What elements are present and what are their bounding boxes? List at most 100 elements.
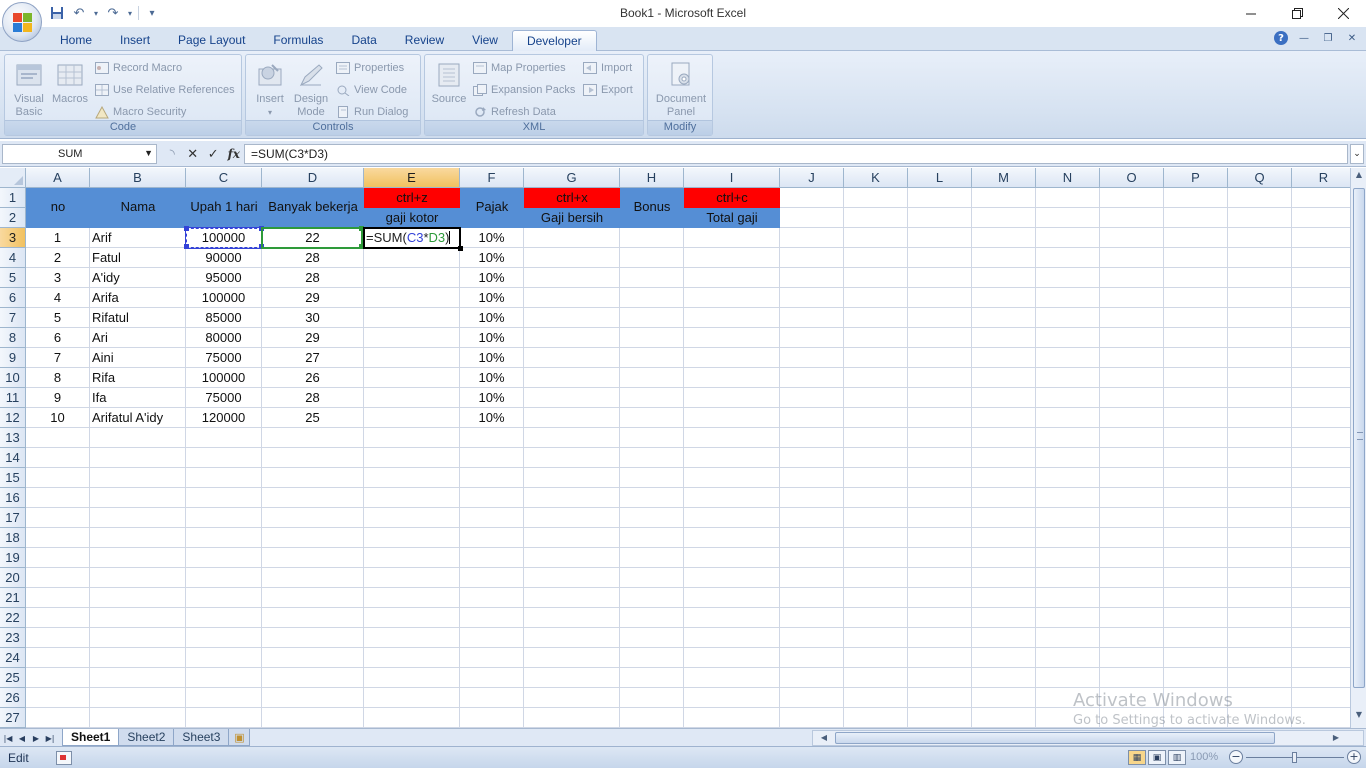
cell-R4[interactable] — [1292, 248, 1350, 268]
workbook-close-icon[interactable]: ✕ — [1344, 30, 1360, 46]
column-header-n[interactable]: N — [1036, 168, 1100, 188]
cell-L19[interactable] — [908, 548, 972, 568]
cell-I9[interactable] — [684, 348, 780, 368]
cell-P12[interactable] — [1164, 408, 1228, 428]
cell-G14[interactable] — [524, 448, 620, 468]
cell-M10[interactable] — [972, 368, 1036, 388]
table-cell-b7[interactable]: Rifatul — [90, 308, 186, 328]
cell-J3[interactable] — [780, 228, 844, 248]
row-header-19[interactable]: 19 — [0, 548, 26, 568]
cell-K2[interactable] — [844, 208, 908, 228]
cell-M6[interactable] — [972, 288, 1036, 308]
column-header-p[interactable]: P — [1164, 168, 1228, 188]
cell-D23[interactable] — [262, 628, 364, 648]
cell-Q14[interactable] — [1228, 448, 1292, 468]
undo-dropdown-icon[interactable]: ▾ — [92, 4, 100, 22]
zoom-in-icon[interactable]: + — [1347, 750, 1361, 764]
cell-O24[interactable] — [1100, 648, 1164, 668]
cell-J7[interactable] — [780, 308, 844, 328]
cell-G21[interactable] — [524, 588, 620, 608]
row-header-18[interactable]: 18 — [0, 528, 26, 548]
cell-L21[interactable] — [908, 588, 972, 608]
table-cell-a12[interactable]: 10 — [26, 408, 90, 428]
cell-J17[interactable] — [780, 508, 844, 528]
cell-I17[interactable] — [684, 508, 780, 528]
table-cell-b5[interactable]: A'idy — [90, 268, 186, 288]
cell-B22[interactable] — [90, 608, 186, 628]
cell-O13[interactable] — [1100, 428, 1164, 448]
cell-J11[interactable] — [780, 388, 844, 408]
row-header-8[interactable]: 8 — [0, 328, 26, 348]
cell-K4[interactable] — [844, 248, 908, 268]
table-cell-f3[interactable]: 10% — [460, 228, 524, 248]
table-cell-d10[interactable]: 26 — [262, 368, 364, 388]
cell-M13[interactable] — [972, 428, 1036, 448]
cell-N4[interactable] — [1036, 248, 1100, 268]
expand-formula-bar-icon[interactable]: ⌄ — [1350, 144, 1364, 164]
cell-P17[interactable] — [1164, 508, 1228, 528]
source-button[interactable]: Source — [429, 59, 469, 106]
cell-H18[interactable] — [620, 528, 684, 548]
tab-view[interactable]: View — [458, 30, 512, 51]
row-header-13[interactable]: 13 — [0, 428, 26, 448]
cell-J22[interactable] — [780, 608, 844, 628]
cell-O22[interactable] — [1100, 608, 1164, 628]
cell-K22[interactable] — [844, 608, 908, 628]
cell-L3[interactable] — [908, 228, 972, 248]
cell-Q21[interactable] — [1228, 588, 1292, 608]
row-header-26[interactable]: 26 — [0, 688, 26, 708]
cell-L9[interactable] — [908, 348, 972, 368]
cell-P25[interactable] — [1164, 668, 1228, 688]
cell-R12[interactable] — [1292, 408, 1350, 428]
cell-N1[interactable] — [1036, 188, 1100, 208]
cell-K9[interactable] — [844, 348, 908, 368]
cell-N15[interactable] — [1036, 468, 1100, 488]
cell-R26[interactable] — [1292, 688, 1350, 708]
cell-O10[interactable] — [1100, 368, 1164, 388]
cell-E18[interactable] — [364, 528, 460, 548]
cell-C1-C2[interactable]: Upah 1 hari — [186, 188, 262, 228]
cell-N7[interactable] — [1036, 308, 1100, 328]
name-box[interactable]: SUM ▼ — [2, 144, 157, 164]
use-relative-references-button[interactable]: Use Relative References — [95, 81, 235, 99]
cell-E16[interactable] — [364, 488, 460, 508]
cell-N18[interactable] — [1036, 528, 1100, 548]
row-header-15[interactable]: 15 — [0, 468, 26, 488]
cell-M27[interactable] — [972, 708, 1036, 728]
cell-M23[interactable] — [972, 628, 1036, 648]
cell-M1[interactable] — [972, 188, 1036, 208]
cell-I7[interactable] — [684, 308, 780, 328]
cell-Q10[interactable] — [1228, 368, 1292, 388]
cell-L5[interactable] — [908, 268, 972, 288]
cell-C27[interactable] — [186, 708, 262, 728]
cell-O6[interactable] — [1100, 288, 1164, 308]
cell-O11[interactable] — [1100, 388, 1164, 408]
table-cell-d11[interactable]: 28 — [262, 388, 364, 408]
cell-D24[interactable] — [262, 648, 364, 668]
cell-P19[interactable] — [1164, 548, 1228, 568]
cell-F21[interactable] — [460, 588, 524, 608]
cell-A20[interactable] — [26, 568, 90, 588]
cell-F1-F2[interactable]: Pajak — [460, 188, 524, 228]
cell-B17[interactable] — [90, 508, 186, 528]
cell-R3[interactable] — [1292, 228, 1350, 248]
cell-L15[interactable] — [908, 468, 972, 488]
cell-G5[interactable] — [524, 268, 620, 288]
cell-R13[interactable] — [1292, 428, 1350, 448]
cell-J6[interactable] — [780, 288, 844, 308]
macros-button[interactable]: Macros — [51, 59, 89, 106]
cell-R27[interactable] — [1292, 708, 1350, 728]
cell-K12[interactable] — [844, 408, 908, 428]
cell-M14[interactable] — [972, 448, 1036, 468]
row-header-10[interactable]: 10 — [0, 368, 26, 388]
cell-E9[interactable] — [364, 348, 460, 368]
cell-G6[interactable] — [524, 288, 620, 308]
cell-J23[interactable] — [780, 628, 844, 648]
cell-G26[interactable] — [524, 688, 620, 708]
column-header-e[interactable]: E — [364, 168, 460, 188]
cell-P20[interactable] — [1164, 568, 1228, 588]
cell-N17[interactable] — [1036, 508, 1100, 528]
cell-K18[interactable] — [844, 528, 908, 548]
cell-J10[interactable] — [780, 368, 844, 388]
cell-M21[interactable] — [972, 588, 1036, 608]
